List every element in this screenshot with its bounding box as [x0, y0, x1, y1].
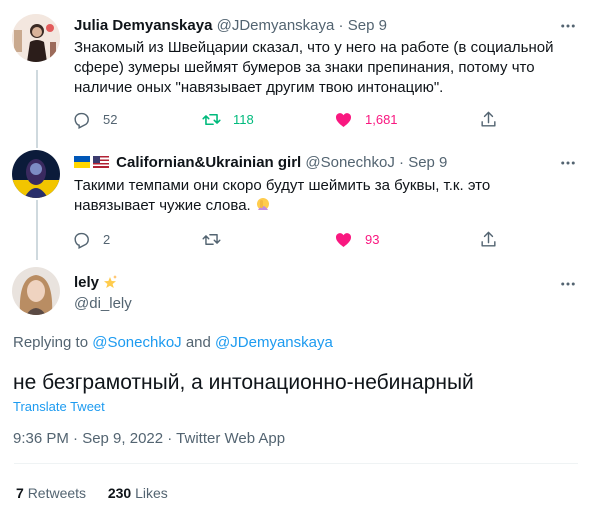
tweet-actions: 52 118 1,681	[70, 107, 510, 131]
translate-tweet-link[interactable]: Translate Tweet	[13, 398, 105, 416]
share-icon	[481, 111, 496, 127]
retweets-count: 7	[16, 485, 24, 501]
retweets-label: Retweets	[27, 485, 87, 501]
author-handle[interactable]: @di_lely	[74, 293, 132, 314]
like-count: 1,681	[365, 111, 398, 127]
tweet[interactable]: Julia Demyanskaya @JDemyanskaya · Sep 9 …	[0, 0, 592, 150]
tweet-text: Такими темпами они скоро будут шеймить з…	[74, 177, 491, 214]
retweets-stat[interactable]: 7 Retweets	[16, 485, 90, 501]
tweet-actions: 2 93	[70, 227, 510, 251]
replying-to: Replying to @SonechkoJ and @JDemyanskaya	[13, 333, 333, 353]
reply-button[interactable]: 2	[72, 227, 110, 251]
tweet-text-container: Такими темпами они скоро будут шеймить з…	[74, 176, 564, 216]
sparkle-star-emoji-icon	[104, 275, 118, 288]
facepalm-emoji-icon	[256, 198, 269, 210]
share-icon	[481, 231, 496, 247]
share-button[interactable]	[479, 227, 510, 251]
avatar[interactable]	[12, 267, 60, 315]
like-button[interactable]: 93	[334, 227, 379, 251]
author-name[interactable]: Californian&Ukrainian girl	[116, 154, 301, 171]
more-icon[interactable]	[558, 153, 578, 173]
retweet-icon	[202, 113, 221, 125]
retweet-button[interactable]: 118	[202, 107, 254, 131]
heart-icon	[335, 232, 352, 247]
separator: ·	[338, 17, 344, 34]
more-icon[interactable]	[558, 274, 578, 294]
tweet[interactable]: Californian&Ukrainian girl @SonechkoJ · …	[0, 150, 592, 260]
author-block: lely @di_lely	[74, 272, 132, 314]
main-tweet-text: не безграмотный, а интонационно-небинарн…	[13, 371, 474, 394]
author-handle[interactable]: @SonechkoJ	[305, 154, 394, 171]
separator: ·	[399, 154, 405, 171]
ukraine-flag-icon	[74, 156, 90, 168]
replying-and: and	[181, 334, 216, 351]
avatar[interactable]	[12, 150, 60, 198]
reply-button[interactable]: 52	[72, 107, 117, 131]
avatar[interactable]	[12, 14, 60, 62]
tweet-header: Julia Demyanskaya @JDemyanskaya · Sep 9	[74, 16, 387, 36]
likes-count: 230	[107, 485, 132, 501]
tweet-date[interactable]: Sep 9	[348, 17, 387, 34]
reply-count: 52	[103, 111, 118, 127]
tweet-timestamp[interactable]: 9:36 PM · Sep 9, 2022 · Twitter Web App	[13, 429, 285, 449]
engagement-stats: 7 Retweets 230 Likes	[16, 484, 168, 502]
divider	[14, 463, 578, 464]
replying-prefix: Replying to	[13, 334, 93, 351]
author-handle[interactable]: @JDemyanskaya	[217, 17, 335, 34]
author-name[interactable]: Julia Demyanskaya	[74, 17, 212, 34]
reply-icon	[74, 232, 89, 249]
main-tweet: lely @di_lely Replying to @SonechkoJ and…	[0, 260, 592, 514]
tweet-header: Californian&Ukrainian girl @SonechkoJ · …	[74, 153, 447, 173]
us-flag-icon	[93, 156, 109, 168]
mention-link[interactable]: @SonechkoJ	[92, 334, 181, 351]
retweet-icon	[202, 233, 221, 245]
mention-link[interactable]: @JDemyanskaya	[215, 334, 333, 351]
like-count: 93	[365, 231, 380, 247]
retweet-button[interactable]	[202, 227, 233, 251]
heart-icon	[335, 112, 352, 127]
tweet-text: Знакомый из Швейцарии сказал, что у него…	[74, 39, 554, 96]
likes-stat[interactable]: 230 Likes	[108, 485, 168, 501]
reply-count: 2	[103, 231, 111, 247]
author-name[interactable]: lely	[74, 274, 99, 291]
likes-label: Likes	[135, 485, 168, 501]
tweet-date[interactable]: Sep 9	[408, 154, 447, 171]
more-icon[interactable]	[558, 16, 578, 36]
like-button[interactable]: 1,681	[334, 107, 398, 131]
retweet-count: 118	[233, 111, 254, 127]
share-button[interactable]	[479, 107, 510, 131]
reply-icon	[74, 112, 89, 129]
